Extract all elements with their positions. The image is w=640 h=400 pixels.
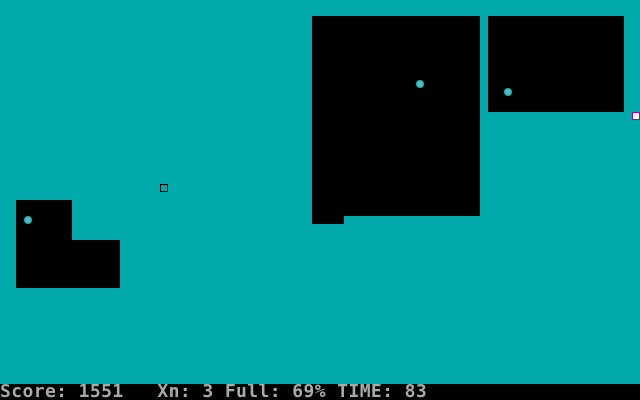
bouncing-ball: [504, 88, 512, 96]
lives-value: 3: [202, 384, 214, 400]
unclaimed-region-left-bottom: [16, 240, 120, 288]
lives-label: Xn:: [157, 384, 192, 400]
bouncing-ball: [24, 216, 32, 224]
fill-value: 69%: [292, 384, 326, 400]
sparx-enemy-icon: [160, 184, 168, 192]
player-cursor-icon[interactable]: [632, 112, 640, 120]
unclaimed-region-center: [312, 16, 480, 216]
play-field[interactable]: [0, 0, 640, 384]
unclaimed-region-center-notch: [312, 216, 344, 224]
unclaimed-region-right: [488, 16, 624, 112]
bouncing-ball: [416, 80, 424, 88]
time-label: TIME:: [337, 384, 394, 400]
time-value: 83: [404, 384, 428, 400]
status-bar: Score: 1551 Xn: 3 Full: 69% TIME: 83: [0, 384, 640, 400]
score-label: Score:: [0, 384, 68, 400]
score-value: 1551: [78, 384, 124, 400]
fill-label: Full:: [224, 384, 281, 400]
